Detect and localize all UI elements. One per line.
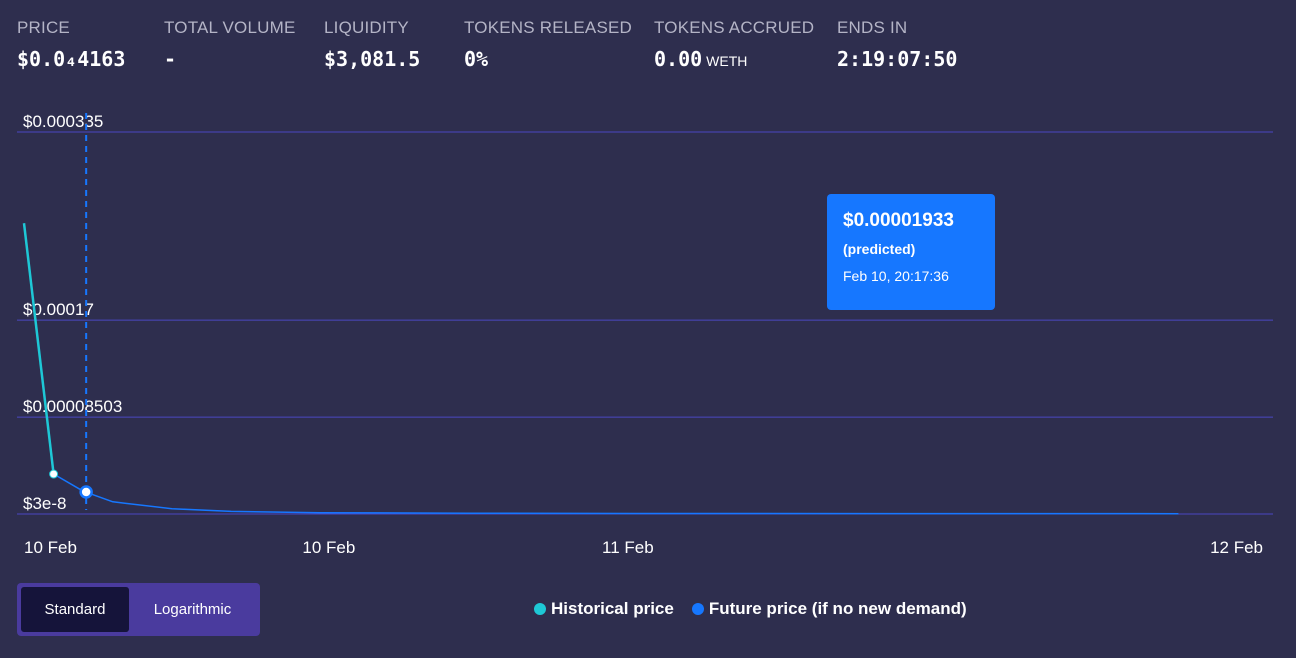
- legend-historical-label: Historical price: [551, 599, 674, 618]
- future-dot-icon: [691, 603, 704, 615]
- standard-scale-button[interactable]: Standard: [21, 587, 129, 632]
- series-layer: [22, 223, 1179, 515]
- hover-point: [79, 485, 93, 499]
- y-axis-ticks: $0.000335$0.00017$0.00008503$3e-8: [23, 112, 122, 513]
- x-axis-ticks: 10 Feb 10 Feb 11 Feb 12 Feb: [24, 538, 1263, 557]
- x-tick-label: 10 Feb: [24, 538, 77, 557]
- logarithmic-scale-button[interactable]: Logarithmic: [129, 587, 256, 632]
- x-tick-label: 10 Feb: [302, 538, 355, 557]
- series-joint-point: [49, 469, 59, 479]
- price-chart[interactable]: $0.000335$0.00017$0.00008503$3e-8 10 Feb…: [0, 0, 1296, 580]
- x-tick-label: 11 Feb: [602, 538, 654, 557]
- series-line: [53, 473, 1179, 515]
- tooltip-price: $0.00001933: [843, 210, 954, 231]
- chart-legend: Historical price Future price (if no new…: [534, 599, 985, 619]
- legend-future: Future price (if no new demand): [691, 599, 967, 619]
- x-tick-label: 12 Feb: [1210, 538, 1263, 557]
- tooltip-note: (predicted): [843, 241, 916, 257]
- scale-toggle: Standard Logarithmic: [17, 583, 260, 636]
- legend-future-label: Future price (if no new demand): [708, 599, 967, 618]
- y-tick-label: $0.00008503: [23, 397, 122, 416]
- historical-dot-icon: [534, 603, 546, 615]
- price-tooltip: $0.00001933 (predicted) Feb 10, 20:17:36: [827, 194, 995, 310]
- grid-layer: [17, 131, 1273, 515]
- legend-historical: Historical price: [534, 599, 674, 619]
- tooltip-time: Feb 10, 20:17:36: [843, 268, 949, 284]
- series-line: [22, 223, 55, 475]
- y-tick-label: $0.000335: [23, 112, 103, 131]
- y-tick-label: $3e-8: [23, 494, 66, 513]
